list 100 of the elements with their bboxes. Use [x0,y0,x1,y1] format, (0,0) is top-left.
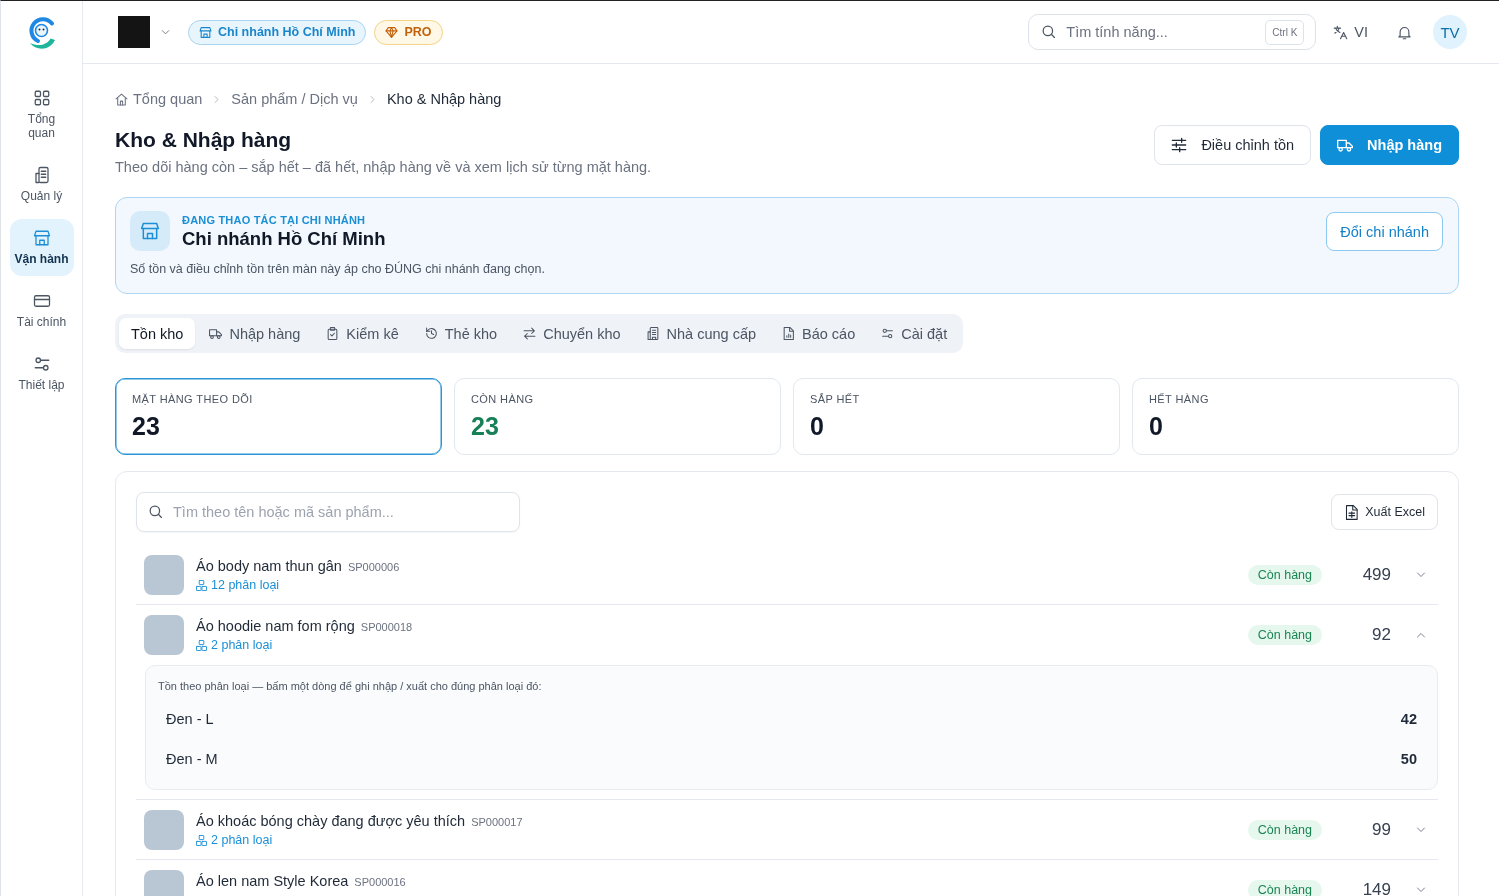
truck-icon [1337,137,1354,153]
import-goods-button[interactable]: Nhập hàng [1320,125,1459,165]
document-icon [32,166,51,184]
status-badge: Còn hàng [1247,820,1322,840]
product-photo-placeholder [144,810,184,850]
product-code: SP000016 [354,875,406,890]
report-icon [782,327,796,340]
status-badge: Còn hàng [1247,880,1322,896]
search-icon [148,504,163,519]
breadcrumb-current: Kho & Nhập hàng [386,91,502,107]
stock-quantity: 99 [1371,820,1391,840]
product-search-field[interactable]: Tìm theo tên hoặc mã sản phẩm... [136,492,520,532]
user-avatar[interactable]: TV [1433,15,1467,49]
tab[interactable]: Nhập hàng [197,318,313,349]
spreadsheet-icon [1344,504,1360,520]
stat-label: HẾT HÀNG [1149,392,1210,406]
translate-icon [1333,24,1349,40]
tab[interactable]: Nhà cung cấp [634,318,769,349]
nav-item[interactable]: Thiết lập [9,345,74,402]
stock-quantity: 499 [1361,565,1391,585]
stat-card[interactable]: CÒN HÀNG 23 [454,378,781,455]
variant-quantity: 42 [1400,711,1417,727]
home-icon [115,92,128,106]
history-icon [424,327,438,340]
banner-note: Số tồn và điều chỉnh tồn trên màn này áp cho ĐÚNG chi nhánh đang chọn. [130,261,546,277]
tab[interactable]: Tồn kho [119,318,196,349]
store-icon [130,211,170,251]
page-subtitle: Theo dõi hàng còn – sắp hết – đã hết, nhập hàng về và xem lịch sử từng mặt hàng. [115,158,652,177]
variant-name: Đen - M [166,751,218,767]
grid-icon [32,89,51,107]
boxes-icon [196,580,207,591]
stock-quantity: 149 [1361,880,1391,896]
stat-card[interactable]: HẾT HÀNG 0 [1132,378,1459,455]
truck-icon [209,327,223,340]
stat-value: 0 [810,411,825,441]
tab[interactable]: Chuyển kho [511,318,633,349]
store-icon [199,25,212,39]
product-name: Áo khoác bóng chày đang được yêu thích [196,812,466,831]
variant-name: Đen - L [166,711,214,727]
breadcrumb-link[interactable]: Sản phẩm / Dịch vụ [231,91,358,107]
product-code: SP000006 [347,560,400,575]
boxes-icon [196,640,207,651]
store-icon [32,229,51,247]
sliders-icon [32,355,51,373]
search-icon [1041,24,1057,39]
status-badge: Còn hàng [1247,625,1322,645]
nav-item[interactable]: Tài chính [9,282,74,339]
plan-badge: PRO [374,19,443,45]
variant-count-link[interactable]: 2 phân loại [196,832,273,849]
page-title: Kho & Nhập hàng [115,127,293,153]
branch-badge: Chi nhánh Hồ Chí Minh [188,19,367,45]
logo-placeholder [118,16,150,48]
tab[interactable]: Kiểm kê [314,318,411,349]
variant-count-link[interactable]: 12 phân loại [196,577,280,594]
stat-label: MẶT HÀNG THEO DÕI [132,392,254,406]
nav-item[interactable]: Vận hành [9,219,74,276]
tab[interactable]: Thẻ kho [412,318,510,349]
sliders-icon [1171,137,1188,153]
language-button[interactable]: VI [1333,24,1368,40]
card-icon [32,292,51,310]
product-name: Áo hoodie nam fom rộng [196,617,355,636]
product-code: SP000017 [471,815,523,830]
nav-item[interactable]: Tổng quan [9,79,74,150]
tab[interactable]: Báo cáo [770,318,868,349]
export-button[interactable]: Xuất Excel [1331,494,1438,530]
stat-value: 0 [1149,411,1164,441]
variant-quantity: 50 [1400,751,1417,767]
status-badge: Còn hàng [1247,565,1322,585]
stat-card[interactable]: MẶT HÀNG THEO DÕI 23 [115,378,442,455]
stat-value: 23 [132,411,161,441]
breadcrumb-link[interactable]: Tổng quan [115,91,203,107]
boxes-icon [196,835,207,846]
product-photo-placeholder [144,555,184,595]
stat-value: 23 [471,411,500,441]
product-photo-placeholder [144,615,184,655]
chevron-right-icon [367,94,377,104]
change-branch-button[interactable]: Đổi chi nhánh [1326,212,1443,251]
clipboard-icon [326,327,340,340]
bell-icon[interactable] [1397,24,1412,40]
app-logo [26,16,57,52]
stock-quantity: 92 [1371,625,1391,645]
shortcut-key: Ctrl K [1265,20,1305,45]
product-name: Áo len nam Style Korea [196,872,349,891]
stat-card[interactable]: SẮP HẾT 0 [793,378,1120,455]
sliders-icon [881,327,895,340]
chevron-right-icon [212,94,222,104]
product-code: SP000018 [360,620,413,635]
variant-note: Tồn theo phân loại — bấm một dòng để ghi nhập / xuất cho đúng phân loại đó: [158,679,543,694]
adjust-stock-button[interactable]: Điều chỉnh tồn [1154,125,1312,165]
stat-label: CÒN HÀNG [471,392,535,406]
stat-label: SẮP HẾT [810,392,861,406]
nav-item[interactable]: Quản lý [9,156,74,213]
arrows-icon [523,327,537,340]
product-name: Áo body nam thun gân [196,557,342,576]
building-icon [646,327,660,340]
banner-eyebrow: ĐANG THAO TÁC TẠI CHI NHÁNH [182,213,367,227]
diamond-icon [385,25,399,39]
branch-name: Chi nhánh Hồ Chí Minh [182,227,386,251]
variant-count-link[interactable]: 2 phân loại [196,637,273,654]
tab[interactable]: Cài đặt [869,318,960,349]
